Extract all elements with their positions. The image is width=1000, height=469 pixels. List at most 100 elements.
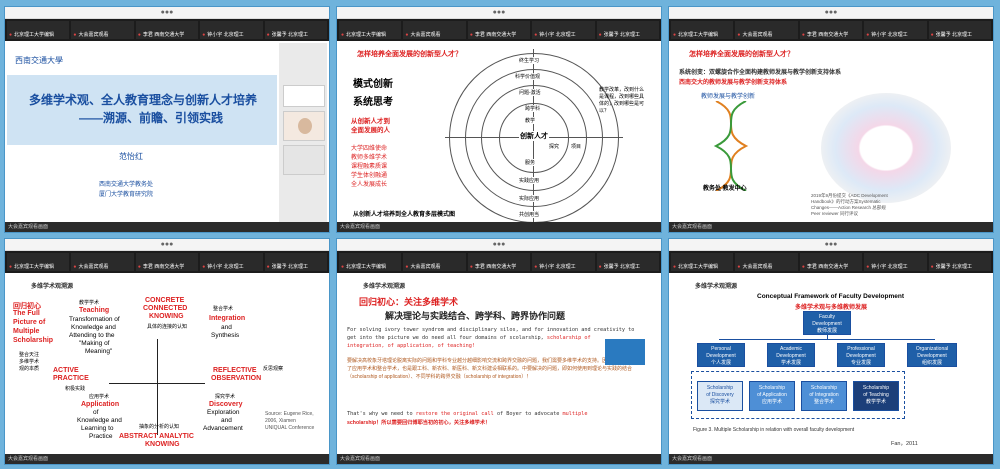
- screen-share-window-3[interactable]: ●●● ● 北京理工大学编辑 ● 大会嘉宾观看 ● 李君 西南交通大学 ● 钟小宇 北京…: [668, 6, 994, 233]
- participant-thumb[interactable]: ● 钟小宇 北京理工: [532, 21, 595, 39]
- abstract-cn: 抽象的分析的认知: [139, 424, 180, 430]
- screen-share-window-5[interactable]: ●●● ● 北京理工大学编辑 ● 大会嘉宾观看 ● 李君 西南交通大学 ● 钟小宇 北京…: [336, 238, 662, 465]
- slide-subheading: 解决理论与实践结合、跨学科、跨界协作问题: [385, 311, 566, 321]
- participant-thumb[interactable]: ● 北京理工大学编辑: [671, 21, 734, 39]
- reflective-label: OBSERVATION: [211, 375, 262, 382]
- box-text: of Discovery: [706, 392, 734, 398]
- participant-strip: ● 北京理工大学编辑 ● 大会嘉宾观看 ● 李君 西南交通大学 ● 钟小宇 北京理工 ●…: [337, 251, 661, 273]
- participant-thumb[interactable]: ● 张馨予 北京理工: [264, 253, 328, 271]
- speaker-video[interactable]: [283, 145, 325, 175]
- active-cn: 积极实践: [65, 386, 86, 392]
- box-text: Faculty: [818, 314, 836, 320]
- red-text-2: 全面发展的人: [351, 127, 390, 134]
- participant-thumb[interactable]: ● 北京理工大学编辑: [339, 21, 402, 39]
- concrete-label: KNOWING: [149, 313, 184, 320]
- slide-footer: 从创新人才培养到全人教育多层模式图: [353, 212, 456, 218]
- bottom-label: 大会嘉宾观看画面: [8, 224, 49, 230]
- participant-thumb[interactable]: ● 张馨予 北京理工: [596, 253, 660, 271]
- speaker-video[interactable]: [283, 85, 325, 107]
- participant-thumb[interactable]: ● 大会嘉宾观看: [71, 21, 134, 39]
- mic-icon: ●: [673, 32, 677, 38]
- mic-icon: ●: [469, 264, 473, 270]
- participant-thumb[interactable]: ● 大会嘉宾观看: [71, 253, 134, 271]
- body-span-red: scholarship of: [546, 335, 591, 341]
- participant-thumb[interactable]: ● 大会嘉宾观看: [735, 21, 798, 39]
- teaching-desc: "Making of: [79, 340, 110, 347]
- organizational-development-box: Organizational Development 组织发展: [907, 343, 957, 367]
- shared-slide: 怎样培养全面发展的创新型人才？ 模式创新 系统思考 从创新人才到 全面发展的人 …: [339, 43, 659, 222]
- screen-share-window-6[interactable]: ●●● ● 北京理工大学编辑 ● 大会嘉宾观看 ● 李君 西南交通大学 ● 钟小宇 北京…: [668, 238, 994, 465]
- screen-share-window-2[interactable]: ●●● ● 北京理工大学编辑 ● 大会嘉宾观看 ● 李君 西南交通大学 ● 钟小宇 北京…: [336, 6, 662, 233]
- avatar: [298, 118, 312, 134]
- participant-thumb[interactable]: ● 李君 西南交通大学: [135, 21, 199, 39]
- bottom-label: 大会嘉宾观看画面: [340, 224, 381, 230]
- system-subheading: 西南交大的教师发展与教学创新支持体系: [679, 80, 788, 86]
- bottom-toolbar: 大会嘉宾观看画面: [669, 454, 993, 464]
- bottom-label: 大会嘉宾观看画面: [340, 456, 381, 462]
- participant-name: 钟小宇 北京理工: [207, 32, 244, 38]
- participant-thumb[interactable]: ● 钟小宇 北京理工: [532, 253, 595, 271]
- participant-thumb[interactable]: ● 北京理工大学编辑: [339, 253, 402, 271]
- window-titlebar: ●●●: [669, 7, 993, 19]
- video-conference-grid: ●●● ● 北京理工大学编辑 ● 大会嘉宾观看 ● 李君 西南交通大学 ● 钟小宇 北京…: [0, 0, 1000, 469]
- participant-thumb[interactable]: ● 钟小宇 北京理工: [864, 253, 927, 271]
- participant-thumb[interactable]: ● 北京理工大学编辑: [7, 21, 70, 39]
- participant-thumb[interactable]: ● 李君 西南交通大学: [799, 253, 863, 271]
- screen-share-window-4[interactable]: ●●● ● 北京理工大学编辑 ● 大会嘉宾观看 ● 李君 西南交通大学 ● 钟小宇 北京…: [4, 238, 330, 465]
- participant-thumb[interactable]: ● 北京理工大学编辑: [7, 253, 70, 271]
- discovery-title: Discovery: [209, 401, 243, 408]
- participant-thumb[interactable]: ● 大会嘉宾观看: [735, 253, 798, 271]
- bottom-toolbar: 大会嘉宾观看画面: [5, 454, 329, 464]
- left-note: 观的本质: [19, 366, 40, 372]
- slide-heading: 怎样培养全面发展的创新型人才？: [689, 51, 794, 58]
- mic-icon: ●: [405, 32, 409, 38]
- speaker-name: 范怡红: [119, 152, 143, 161]
- box-text: 教师发展: [816, 328, 837, 334]
- box-text: 应用学术: [761, 399, 782, 405]
- participant-thumb[interactable]: ● 张馨予 北京理工: [596, 21, 660, 39]
- participant-thumb[interactable]: ● 张馨予 北京理工: [928, 21, 992, 39]
- speaker-video[interactable]: [605, 339, 645, 365]
- box-text: of Integration: [809, 392, 839, 398]
- faculty-development-box: Faculty Development 教师发展: [803, 311, 851, 335]
- teaching-title: Teaching: [79, 307, 110, 314]
- figure-credit: Fan，2011: [891, 441, 918, 447]
- ring-label: 实践应用: [519, 177, 540, 184]
- participant-name: 李君 西南交通大学: [142, 32, 185, 38]
- participant-name: 张馨予 北京理工: [935, 264, 973, 270]
- body-span-red: restore the original call: [415, 411, 494, 417]
- screen-share-window-1[interactable]: ●●● ● 北京理工大学编辑 ● 大会嘉宾观看 ● 李君 西南交通大学 ● 钟小宇 北京…: [4, 6, 330, 233]
- mic-icon: ●: [202, 32, 206, 38]
- mic-icon: ●: [137, 32, 141, 38]
- participant-thumb[interactable]: ● 李君 西南交通大学: [135, 253, 199, 271]
- participant-thumb[interactable]: ● 李君 西南交通大学: [799, 21, 863, 39]
- participant-thumb[interactable]: ● 张馨予 北京理工: [264, 21, 328, 39]
- window-titlebar: ●●●: [337, 7, 661, 19]
- section-label: 多维学术观溯源: [695, 284, 738, 290]
- participant-strip: ● 北京理工大学编辑 ● 大会嘉宾观看 ● 李君 西南交通大学 ● 钟小宇 北京理工 ●…: [669, 19, 993, 41]
- left-title: The Full: [13, 310, 40, 317]
- bottom-toolbar: 大会嘉宾观看画面: [669, 222, 993, 232]
- participant-thumb[interactable]: ● 李君 西南交通大学: [467, 21, 531, 39]
- participant-name: 钟小宇 北京理工: [871, 264, 908, 270]
- box-text: of Application: [757, 392, 787, 398]
- participant-thumb[interactable]: ● 大会嘉宾观看: [403, 21, 466, 39]
- left-label: 教师发展与教学创新: [701, 94, 756, 100]
- participant-thumb[interactable]: ● 钟小宇 北京理工: [200, 253, 263, 271]
- participant-thumb[interactable]: ● 张馨予 北京理工: [928, 253, 992, 271]
- participant-thumb[interactable]: ● 钟小宇 北京理工: [864, 21, 927, 39]
- teaching-desc: Meaning": [85, 348, 113, 355]
- participant-thumb[interactable]: ● 李君 西南交通大学: [467, 253, 531, 271]
- participant-name: 北京理工大学编辑: [14, 264, 55, 270]
- mic-icon: ●: [341, 264, 345, 270]
- speaker-video[interactable]: [283, 111, 325, 141]
- ring-label: 跨学科: [525, 105, 541, 112]
- participant-thumb[interactable]: ● 钟小宇 北京理工: [200, 21, 263, 39]
- participant-name: 张馨予 北京理工: [603, 264, 641, 270]
- participant-name: 大会嘉宾观看: [78, 264, 109, 270]
- participant-thumb[interactable]: ● 大会嘉宾观看: [403, 253, 466, 271]
- participant-thumb[interactable]: ● 北京理工大学编辑: [671, 253, 734, 271]
- box-text: Academic: [780, 346, 802, 352]
- box-text: Organizational: [915, 346, 949, 352]
- application-label: 应用学术: [89, 394, 110, 400]
